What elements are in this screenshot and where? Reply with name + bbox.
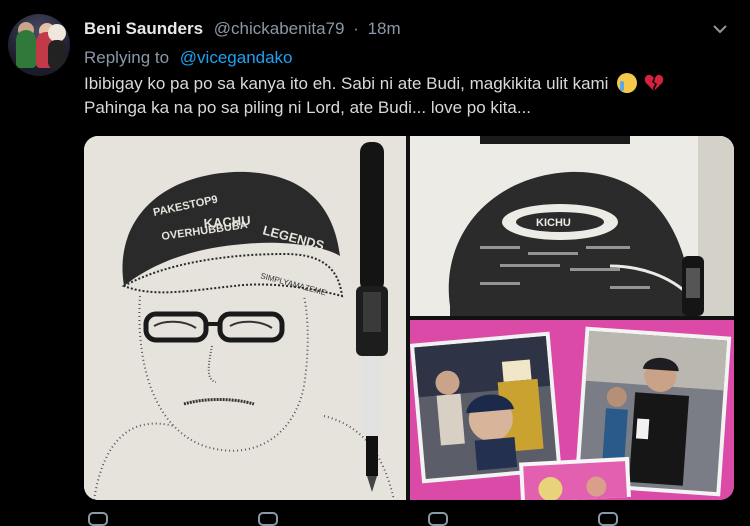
- timestamp[interactable]: 18m: [368, 19, 401, 38]
- drawing-illustration: PAKESTOP9 OVERHUBBUBA KACHU LEGENDS SIMP…: [84, 136, 406, 500]
- media-image-cap-closeup[interactable]: KICHU: [410, 136, 734, 316]
- tweet-header: Beni Saunders @chickabenita79 · 18m: [84, 18, 401, 40]
- chevron-down-icon[interactable]: [711, 22, 729, 36]
- reply-icon[interactable]: [88, 512, 108, 526]
- like-icon[interactable]: [428, 512, 448, 526]
- tweet-card[interactable]: Beni Saunders @chickabenita79 · 18m Repl…: [0, 0, 750, 526]
- reply-target-link[interactable]: @vicegandako: [180, 48, 293, 67]
- display-name[interactable]: Beni Saunders: [84, 19, 203, 38]
- cap-word: KICHU: [536, 217, 571, 229]
- avatar[interactable]: [8, 14, 70, 76]
- tweet-line-2: Pahinga ka na po sa piling ni Lord, ate …: [84, 98, 532, 117]
- replying-to: Replying to @vicegandako: [84, 48, 293, 68]
- separator-dot: ·: [353, 19, 359, 38]
- broken-heart-icon: [644, 74, 664, 91]
- replying-label: Replying to: [84, 48, 170, 67]
- crying-face-icon: [617, 73, 638, 93]
- share-icon[interactable]: [598, 512, 618, 526]
- media-image-drawing[interactable]: PAKESTOP9 OVERHUBBUBA KACHU LEGENDS SIMP…: [84, 136, 406, 500]
- media-grid[interactable]: PAKESTOP9 OVERHUBBUBA KACHU LEGENDS SIMP…: [84, 136, 734, 500]
- user-handle[interactable]: @chickabenita79: [214, 19, 345, 38]
- tweet-line-1: Ibibigay ko pa po sa kanya ito eh. Sabi …: [84, 74, 609, 93]
- cap-drawing-closeup: KICHU: [410, 136, 734, 316]
- tweet-actions: [84, 508, 744, 526]
- media-image-photo-collage[interactable]: [410, 320, 734, 500]
- photo-collage: [410, 320, 734, 500]
- tweet-text: Ibibigay ko pa po sa kanya ito eh. Sabi …: [84, 72, 734, 120]
- retweet-icon[interactable]: [258, 512, 278, 526]
